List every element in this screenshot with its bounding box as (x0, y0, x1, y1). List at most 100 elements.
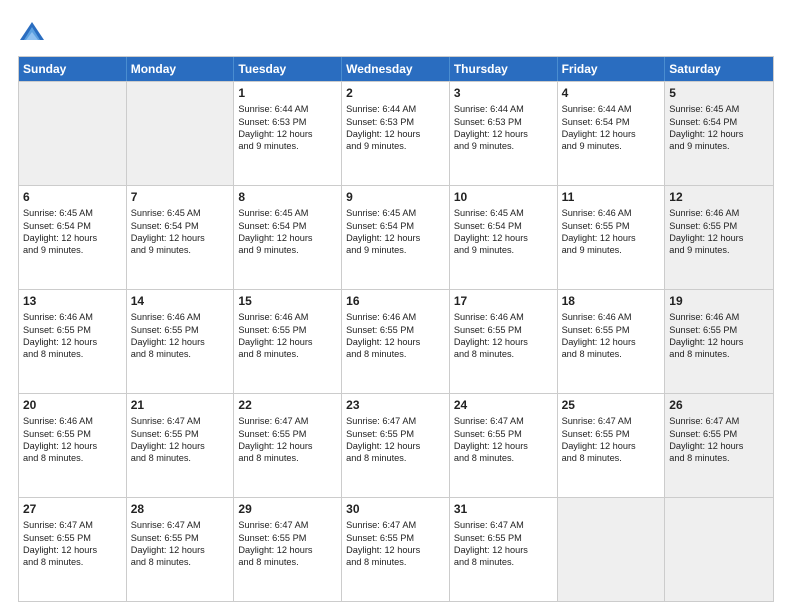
day-number: 19 (669, 293, 769, 309)
day-info-line: Sunset: 6:54 PM (346, 220, 445, 232)
day-info-line: Sunrise: 6:45 AM (238, 207, 337, 219)
day-info-line: Sunset: 6:55 PM (346, 532, 445, 544)
day-info-line: and 9 minutes. (346, 140, 445, 152)
day-info-line: and 9 minutes. (669, 140, 769, 152)
day-info-line: Sunset: 6:55 PM (454, 532, 553, 544)
day-info-line: Sunrise: 6:46 AM (23, 415, 122, 427)
day-info-line: Daylight: 12 hours (454, 440, 553, 452)
day-info-line: Daylight: 12 hours (238, 440, 337, 452)
day-info-line: Sunset: 6:55 PM (669, 428, 769, 440)
day-number: 23 (346, 397, 445, 413)
day-info-line: Sunrise: 6:46 AM (562, 311, 661, 323)
day-info-line: Daylight: 12 hours (346, 336, 445, 348)
day-info-line: Sunrise: 6:47 AM (346, 415, 445, 427)
day-info-line: Sunset: 6:54 PM (454, 220, 553, 232)
day-info-line: Sunrise: 6:47 AM (131, 415, 230, 427)
day-info-line: Sunrise: 6:44 AM (562, 103, 661, 115)
day-number: 10 (454, 189, 553, 205)
day-info-line: and 9 minutes. (238, 244, 337, 256)
calendar-cell-18: 18Sunrise: 6:46 AMSunset: 6:55 PMDayligh… (558, 290, 666, 393)
day-info-line: and 9 minutes. (562, 140, 661, 152)
calendar-cell-16: 16Sunrise: 6:46 AMSunset: 6:55 PMDayligh… (342, 290, 450, 393)
day-info-line: Sunrise: 6:47 AM (454, 519, 553, 531)
day-info-line: Sunset: 6:54 PM (669, 116, 769, 128)
calendar-cell-22: 22Sunrise: 6:47 AMSunset: 6:55 PMDayligh… (234, 394, 342, 497)
day-number: 11 (562, 189, 661, 205)
day-info-line: Sunset: 6:55 PM (669, 324, 769, 336)
calendar-cell-26: 26Sunrise: 6:47 AMSunset: 6:55 PMDayligh… (665, 394, 773, 497)
calendar-week-2: 6Sunrise: 6:45 AMSunset: 6:54 PMDaylight… (19, 185, 773, 289)
day-info-line: Sunrise: 6:47 AM (238, 519, 337, 531)
day-info-line: Sunset: 6:53 PM (454, 116, 553, 128)
day-info-line: Sunrise: 6:47 AM (23, 519, 122, 531)
calendar-cell-12: 12Sunrise: 6:46 AMSunset: 6:55 PMDayligh… (665, 186, 773, 289)
day-info-line: Sunrise: 6:47 AM (131, 519, 230, 531)
day-info-line: Daylight: 12 hours (669, 232, 769, 244)
calendar-cell-31: 31Sunrise: 6:47 AMSunset: 6:55 PMDayligh… (450, 498, 558, 601)
day-number: 27 (23, 501, 122, 517)
day-number: 6 (23, 189, 122, 205)
day-info-line: and 8 minutes. (454, 348, 553, 360)
header-day-thursday: Thursday (450, 57, 558, 81)
day-info-line: Sunrise: 6:44 AM (454, 103, 553, 115)
calendar-cell-4: 4Sunrise: 6:44 AMSunset: 6:54 PMDaylight… (558, 82, 666, 185)
day-info-line: and 8 minutes. (23, 556, 122, 568)
day-info-line: Sunset: 6:53 PM (346, 116, 445, 128)
day-info-line: and 8 minutes. (23, 348, 122, 360)
logo (18, 18, 50, 46)
day-info-line: Sunset: 6:55 PM (562, 324, 661, 336)
day-info-line: and 8 minutes. (346, 556, 445, 568)
day-number: 14 (131, 293, 230, 309)
day-number: 7 (131, 189, 230, 205)
calendar-cell-19: 19Sunrise: 6:46 AMSunset: 6:55 PMDayligh… (665, 290, 773, 393)
day-info-line: Daylight: 12 hours (346, 544, 445, 556)
day-info-line: Daylight: 12 hours (23, 336, 122, 348)
calendar-header-row: SundayMondayTuesdayWednesdayThursdayFrid… (19, 57, 773, 81)
header-day-saturday: Saturday (665, 57, 773, 81)
day-info-line: and 9 minutes. (669, 244, 769, 256)
calendar-cell-27: 27Sunrise: 6:47 AMSunset: 6:55 PMDayligh… (19, 498, 127, 601)
day-number: 3 (454, 85, 553, 101)
day-info-line: and 8 minutes. (23, 452, 122, 464)
header-day-sunday: Sunday (19, 57, 127, 81)
day-info-line: Sunrise: 6:46 AM (131, 311, 230, 323)
calendar-cell-5: 5Sunrise: 6:45 AMSunset: 6:54 PMDaylight… (665, 82, 773, 185)
day-number: 8 (238, 189, 337, 205)
day-info-line: Sunset: 6:55 PM (131, 324, 230, 336)
day-info-line: Daylight: 12 hours (454, 336, 553, 348)
header (18, 18, 774, 46)
day-info-line: Sunset: 6:55 PM (238, 428, 337, 440)
calendar-cell-24: 24Sunrise: 6:47 AMSunset: 6:55 PMDayligh… (450, 394, 558, 497)
day-info-line: Sunset: 6:55 PM (238, 324, 337, 336)
day-info-line: and 8 minutes. (346, 452, 445, 464)
day-info-line: Sunrise: 6:45 AM (454, 207, 553, 219)
day-number: 18 (562, 293, 661, 309)
header-day-friday: Friday (558, 57, 666, 81)
day-info-line: Sunset: 6:53 PM (238, 116, 337, 128)
day-info-line: and 9 minutes. (131, 244, 230, 256)
day-info-line: Sunset: 6:54 PM (131, 220, 230, 232)
calendar-week-4: 20Sunrise: 6:46 AMSunset: 6:55 PMDayligh… (19, 393, 773, 497)
day-info-line: Daylight: 12 hours (669, 336, 769, 348)
day-info-line: Sunset: 6:55 PM (23, 532, 122, 544)
day-info-line: Daylight: 12 hours (669, 440, 769, 452)
calendar-cell-8: 8Sunrise: 6:45 AMSunset: 6:54 PMDaylight… (234, 186, 342, 289)
day-number: 29 (238, 501, 337, 517)
day-info-line: Daylight: 12 hours (131, 440, 230, 452)
day-number: 20 (23, 397, 122, 413)
day-number: 4 (562, 85, 661, 101)
calendar-cell-28: 28Sunrise: 6:47 AMSunset: 6:55 PMDayligh… (127, 498, 235, 601)
calendar-cell-11: 11Sunrise: 6:46 AMSunset: 6:55 PMDayligh… (558, 186, 666, 289)
day-info-line: and 8 minutes. (454, 452, 553, 464)
day-info-line: Sunrise: 6:46 AM (562, 207, 661, 219)
day-info-line: Daylight: 12 hours (238, 232, 337, 244)
calendar-cell-25: 25Sunrise: 6:47 AMSunset: 6:55 PMDayligh… (558, 394, 666, 497)
day-info-line: and 8 minutes. (238, 348, 337, 360)
day-info-line: Sunset: 6:55 PM (562, 428, 661, 440)
calendar-cell-7: 7Sunrise: 6:45 AMSunset: 6:54 PMDaylight… (127, 186, 235, 289)
day-info-line: Sunrise: 6:46 AM (238, 311, 337, 323)
calendar-body: 1Sunrise: 6:44 AMSunset: 6:53 PMDaylight… (19, 81, 773, 601)
day-number: 26 (669, 397, 769, 413)
day-info-line: Sunset: 6:55 PM (454, 324, 553, 336)
day-info-line: Daylight: 12 hours (454, 232, 553, 244)
